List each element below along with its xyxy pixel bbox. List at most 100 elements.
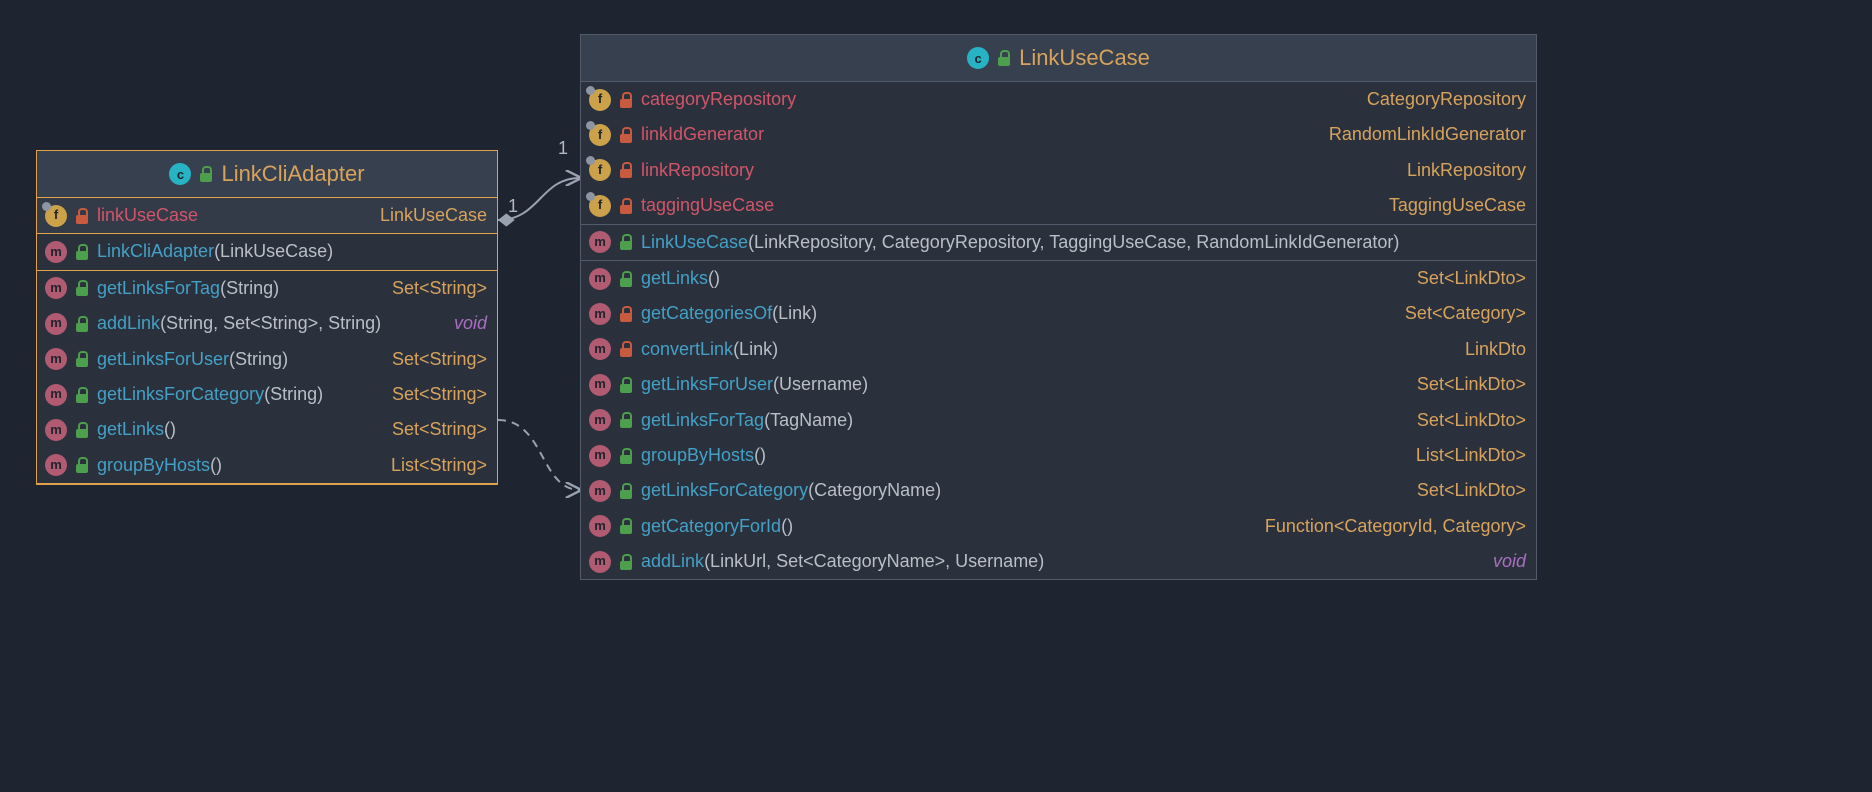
method-row[interactable]: mgroupByHosts()List<LinkDto> bbox=[581, 438, 1536, 473]
public-visibility-icon bbox=[75, 244, 89, 260]
method-row[interactable]: mgetCategoriesOf(Link)Set<Category> bbox=[581, 296, 1536, 331]
field-row[interactable]: flinkIdGeneratorRandomLinkIdGenerator bbox=[581, 117, 1536, 152]
constructor-row[interactable]: mLinkUseCase(LinkRepository, CategoryRep… bbox=[581, 225, 1536, 260]
return-type: Set<String> bbox=[392, 419, 487, 439]
return-type: Set<String> bbox=[392, 278, 487, 298]
field-row[interactable]: flinkUseCaseLinkUseCase bbox=[37, 198, 497, 233]
method-icon: m bbox=[589, 338, 611, 360]
method-params: (Link) bbox=[733, 339, 778, 359]
method-name: groupByHosts bbox=[97, 455, 210, 475]
public-visibility-icon bbox=[75, 457, 89, 473]
field-icon: f bbox=[45, 205, 67, 227]
method-name: convertLink bbox=[641, 339, 733, 359]
field-type: CategoryRepository bbox=[1367, 89, 1526, 109]
return-type: Set<LinkDto> bbox=[1417, 410, 1526, 430]
return-type: List<LinkDto> bbox=[1416, 445, 1526, 465]
field-row[interactable]: flinkRepositoryLinkRepository bbox=[581, 153, 1536, 188]
method-params: (String) bbox=[264, 384, 323, 404]
class-title: LinkUseCase bbox=[1019, 45, 1150, 71]
field-type: LinkUseCase bbox=[380, 205, 487, 225]
method-name: LinkUseCase bbox=[641, 232, 748, 252]
method-name: getLinksForTag bbox=[641, 410, 764, 430]
method-params: () bbox=[210, 455, 222, 475]
method-name: getLinks bbox=[641, 268, 708, 288]
method-params: () bbox=[754, 445, 766, 465]
class-icon: c bbox=[967, 47, 989, 69]
class-box-link-cli-adapter[interactable]: c LinkCliAdapter flinkUseCaseLinkUseCase… bbox=[36, 150, 498, 485]
field-icon: f bbox=[589, 195, 611, 217]
method-params: (TagName) bbox=[764, 410, 853, 430]
method-params: (LinkUrl, Set<CategoryName>, Username) bbox=[704, 551, 1044, 571]
private-visibility-icon bbox=[619, 198, 633, 214]
private-visibility-icon bbox=[619, 92, 633, 108]
public-visibility-icon bbox=[75, 351, 89, 367]
public-visibility-icon bbox=[75, 280, 89, 296]
method-params: (String, Set<String>, String) bbox=[160, 313, 381, 333]
field-row[interactable]: fcategoryRepositoryCategoryRepository bbox=[581, 82, 1536, 117]
class-box-link-use-case[interactable]: c LinkUseCase fcategoryRepositoryCategor… bbox=[580, 34, 1537, 580]
return-type: Set<LinkDto> bbox=[1417, 268, 1526, 288]
method-icon: m bbox=[589, 480, 611, 502]
private-visibility-icon bbox=[619, 162, 633, 178]
method-icon: m bbox=[589, 409, 611, 431]
class-header: c LinkCliAdapter bbox=[37, 151, 497, 198]
field-row[interactable]: f taggingUseCase TaggingUseCase bbox=[581, 188, 1536, 223]
constructors-section: m LinkCliAdapter(LinkUseCase) bbox=[37, 234, 497, 270]
method-icon: m bbox=[589, 374, 611, 396]
public-visibility-icon bbox=[619, 412, 633, 428]
private-visibility-icon bbox=[619, 306, 633, 322]
method-params: (LinkUseCase) bbox=[214, 241, 333, 261]
method-name: getLinksForTag bbox=[97, 278, 220, 298]
field-icon: f bbox=[589, 124, 611, 146]
method-params: (CategoryName) bbox=[808, 480, 941, 500]
method-row[interactable]: mgetCategoryForId()Function<CategoryId, … bbox=[581, 509, 1536, 544]
method-row[interactable]: mgetLinksForUser(String)Set<String> bbox=[37, 342, 497, 377]
method-row[interactable]: m groupByHosts() List<String> bbox=[37, 448, 497, 483]
field-type: TaggingUseCase bbox=[1389, 195, 1526, 215]
field-icon: f bbox=[589, 159, 611, 181]
method-row[interactable]: mgetLinks()Set<String> bbox=[37, 412, 497, 447]
return-type: void bbox=[454, 313, 487, 333]
method-icon: m bbox=[45, 241, 67, 263]
method-row[interactable]: m getLinksForCategory(CategoryName) Set<Li… bbox=[581, 473, 1536, 508]
field-name: linkRepository bbox=[641, 160, 754, 180]
constructor-row[interactable]: m LinkCliAdapter(LinkUseCase) bbox=[37, 234, 497, 269]
method-name: LinkCliAdapter bbox=[97, 241, 214, 261]
field-name: linkIdGenerator bbox=[641, 124, 764, 144]
diagram-canvas[interactable]: 1 1 c LinkCliAdapter flinkUseCaseLinkUse… bbox=[0, 0, 1872, 792]
method-icon: m bbox=[45, 454, 67, 476]
method-row[interactable]: maddLink(String, Set<String>, String)voi… bbox=[37, 306, 497, 341]
private-visibility-icon bbox=[619, 127, 633, 143]
field-icon: f bbox=[589, 89, 611, 111]
method-params: (LinkRepository, CategoryRepository, Tag… bbox=[748, 232, 1399, 252]
constructors-section: mLinkUseCase(LinkRepository, CategoryRep… bbox=[581, 225, 1536, 261]
method-name: addLink bbox=[641, 551, 704, 571]
method-params: (String) bbox=[229, 349, 288, 369]
method-icon: m bbox=[589, 445, 611, 467]
public-visibility-icon bbox=[997, 50, 1011, 66]
method-name: getCategoriesOf bbox=[641, 303, 772, 323]
method-row[interactable]: m addLink(LinkUrl, Set<CategoryName>, Use… bbox=[581, 544, 1536, 579]
public-visibility-icon bbox=[199, 166, 213, 182]
return-type: Set<LinkDto> bbox=[1417, 480, 1526, 500]
method-icon: m bbox=[589, 551, 611, 573]
method-row[interactable]: mconvertLink(Link)LinkDto bbox=[581, 332, 1536, 367]
method-params: () bbox=[708, 268, 720, 288]
method-row[interactable]: m getLinksForTag(TagName) Set<LinkDto> bbox=[581, 403, 1536, 438]
method-row[interactable]: mgetLinks()Set<LinkDto> bbox=[581, 261, 1536, 296]
method-icon: m bbox=[45, 348, 67, 370]
return-type: List<String> bbox=[391, 455, 487, 475]
method-row[interactable]: mgetLinksForTag(String)Set<String> bbox=[37, 271, 497, 306]
method-name: getLinksForCategory bbox=[641, 480, 808, 500]
method-row[interactable]: mgetLinksForUser(Username)Set<LinkDto> bbox=[581, 367, 1536, 402]
public-visibility-icon bbox=[75, 422, 89, 438]
public-visibility-icon bbox=[619, 483, 633, 499]
field-name: taggingUseCase bbox=[641, 195, 774, 215]
method-icon: m bbox=[45, 277, 67, 299]
return-type: Set<String> bbox=[392, 349, 487, 369]
return-type: Set<String> bbox=[392, 384, 487, 404]
method-params: () bbox=[781, 516, 793, 536]
public-visibility-icon bbox=[75, 387, 89, 403]
public-visibility-icon bbox=[619, 554, 633, 570]
method-row[interactable]: mgetLinksForCategory(String)Set<String> bbox=[37, 377, 497, 412]
